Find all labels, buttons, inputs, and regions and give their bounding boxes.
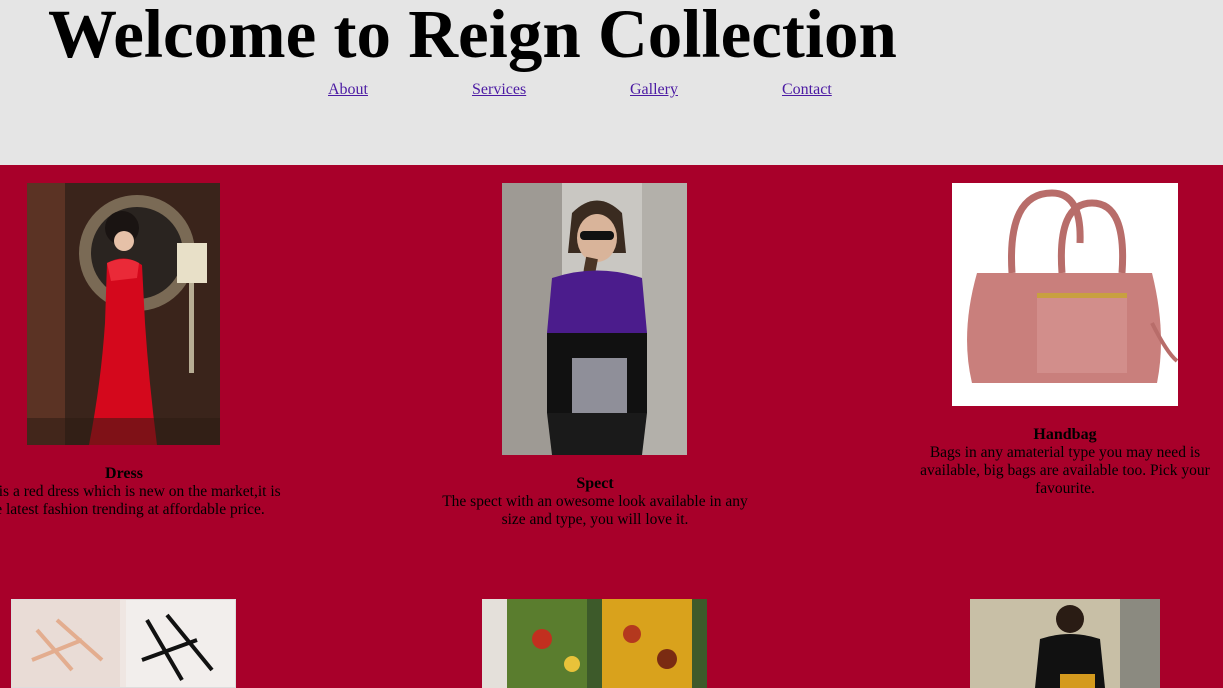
product-name: Spect [576,475,614,492]
shoes-image [11,599,236,688]
nav-link-about[interactable]: About [328,81,368,99]
page-title: Welcome to Reign Collection [48,0,897,72]
nav-link-contact[interactable]: Contact [782,81,832,99]
product-caption-dress: Dress This is a red dress which is new o… [0,465,284,519]
dress-image [27,183,220,445]
african-print-image [482,599,707,688]
spect-image [502,183,687,455]
outfit-image [970,599,1160,688]
nav-link-services[interactable]: Services [472,81,526,99]
product-caption-handbag: Handbag Bags in any amaterial type you m… [912,426,1218,498]
handbag-image [952,183,1178,406]
site-header: Welcome to Reign Collection About Servic… [0,0,1223,165]
product-description: This is a red dress which is new on the … [0,483,281,518]
product-description: The spect with an owesome look available… [442,493,748,528]
product-description: Bags in any amaterial type you may need … [920,444,1210,497]
product-name: Dress [105,465,143,482]
nav-link-gallery[interactable]: Gallery [630,81,678,99]
product-caption-spect: Spect The spect with an owesome look ava… [440,475,750,529]
product-name: Handbag [1033,426,1097,443]
